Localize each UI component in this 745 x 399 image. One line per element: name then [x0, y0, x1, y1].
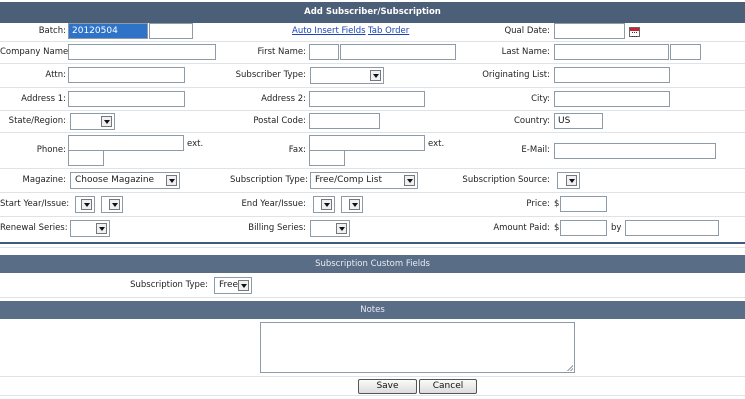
address2-input[interactable]: [309, 91, 425, 107]
billing-series-label: Billing Series:: [248, 223, 306, 233]
start-year-issue-label: Start Year/Issue:: [0, 199, 70, 209]
chevron-down-icon: [109, 199, 120, 210]
originating-list-input[interactable]: [554, 67, 670, 83]
chevron-down-icon: [566, 175, 577, 186]
batch-label: Batch:: [38, 26, 66, 36]
chevron-down-icon: [96, 223, 107, 234]
renewal-series-label: Renewal Series:: [0, 223, 68, 233]
address1-label: Address 1:: [21, 94, 66, 104]
start-year-select[interactable]: [75, 196, 95, 213]
renewal-series-select[interactable]: [70, 220, 110, 237]
resize-grip-icon[interactable]: [567, 365, 573, 371]
notes-header: Notes: [0, 301, 745, 319]
country-label: Country:: [513, 116, 550, 126]
fax-input[interactable]: [309, 135, 425, 151]
amount-paid-by-label: by: [611, 223, 622, 233]
chevron-down-icon: [370, 70, 381, 81]
batch-input[interactable]: 20120504: [68, 23, 148, 39]
price-currency: $: [554, 199, 560, 209]
end-year-select[interactable]: [313, 196, 335, 213]
phone-ext-input[interactable]: [68, 150, 104, 166]
calendar-icon[interactable]: [629, 27, 640, 37]
batch-secondary-input[interactable]: [149, 23, 193, 39]
magazine-label: Magazine:: [22, 175, 66, 185]
qual-date-label: Qual Date:: [504, 26, 550, 36]
attn-input[interactable]: [68, 67, 185, 83]
cancel-button[interactable]: Cancel: [419, 379, 477, 394]
chevron-down-icon: [101, 116, 112, 127]
custom-fields-header: Subscription Custom Fields: [0, 255, 745, 273]
notes-textarea[interactable]: [260, 322, 575, 373]
company-name-input[interactable]: [68, 44, 216, 60]
end-year-issue-label: End Year/Issue:: [241, 199, 306, 209]
chevron-down-icon: [81, 199, 92, 210]
billing-series-select[interactable]: [310, 220, 350, 237]
save-button[interactable]: Save: [358, 379, 417, 394]
custom-subscription-type-label: Subscription Type:: [130, 280, 208, 290]
last-name-suffix-input[interactable]: [670, 44, 701, 60]
postal-code-label: Postal Code:: [253, 116, 306, 126]
price-input[interactable]: [560, 196, 607, 212]
attn-label: Attn:: [45, 70, 66, 80]
chevron-down-icon: [336, 223, 347, 234]
form-title: Add Subscriber/Subscription: [0, 2, 745, 23]
chevron-down-icon: [349, 199, 360, 210]
subscription-source-label: Subscription Source:: [462, 175, 550, 185]
address1-input[interactable]: [68, 91, 185, 107]
address2-label: Address 2:: [261, 94, 306, 104]
price-label: Price:: [526, 199, 550, 209]
first-name-prefix-input[interactable]: [309, 44, 339, 60]
amount-paid-currency: $: [554, 223, 560, 233]
last-name-input[interactable]: [554, 44, 669, 60]
postal-code-input[interactable]: [309, 113, 380, 129]
fax-ext-input[interactable]: [309, 150, 345, 166]
subscription-type-label: Subscription Type:: [230, 175, 308, 185]
last-name-label: Last Name:: [501, 47, 550, 57]
first-name-input[interactable]: [340, 44, 456, 60]
qual-date-input[interactable]: [554, 23, 625, 39]
chevron-down-icon: [321, 199, 332, 210]
end-issue-select[interactable]: [341, 196, 363, 213]
chevron-down-icon: [238, 280, 249, 291]
email-input[interactable]: [554, 143, 716, 159]
email-label: E-Mail:: [521, 145, 550, 155]
company-name-label: Company Name:: [0, 47, 72, 57]
tab-order-link[interactable]: Tab Order: [368, 24, 409, 38]
start-issue-select[interactable]: [101, 196, 123, 213]
chevron-down-icon: [166, 175, 177, 186]
subscriber-type-label: Subscriber Type:: [235, 70, 306, 80]
state-region-label: State/Region:: [8, 116, 66, 126]
fax-ext-label: ext.: [428, 139, 445, 149]
amount-paid-by-input[interactable]: [625, 220, 719, 236]
subscription-source-select[interactable]: [557, 172, 580, 189]
city-input[interactable]: [554, 91, 670, 107]
custom-subscription-type-select[interactable]: Free: [214, 277, 252, 294]
subscription-type-select[interactable]: Free/Comp List: [310, 172, 418, 189]
amount-paid-label: Amount Paid:: [493, 223, 550, 233]
amount-paid-input[interactable]: [560, 220, 607, 236]
auto-insert-fields-link[interactable]: Auto Insert Fields: [292, 24, 366, 38]
originating-list-label: Originating List:: [482, 70, 550, 80]
magazine-select[interactable]: Choose Magazine: [70, 172, 180, 189]
city-label: City:: [531, 94, 550, 104]
fax-label: Fax:: [288, 145, 306, 155]
phone-label: Phone:: [36, 145, 66, 155]
state-region-select[interactable]: [70, 113, 115, 130]
chevron-down-icon: [404, 175, 415, 186]
phone-input[interactable]: [68, 135, 184, 151]
country-input[interactable]: US: [554, 113, 603, 129]
subscriber-type-select[interactable]: [310, 67, 384, 84]
phone-ext-label: ext.: [187, 139, 204, 149]
first-name-label: First Name:: [257, 47, 306, 57]
